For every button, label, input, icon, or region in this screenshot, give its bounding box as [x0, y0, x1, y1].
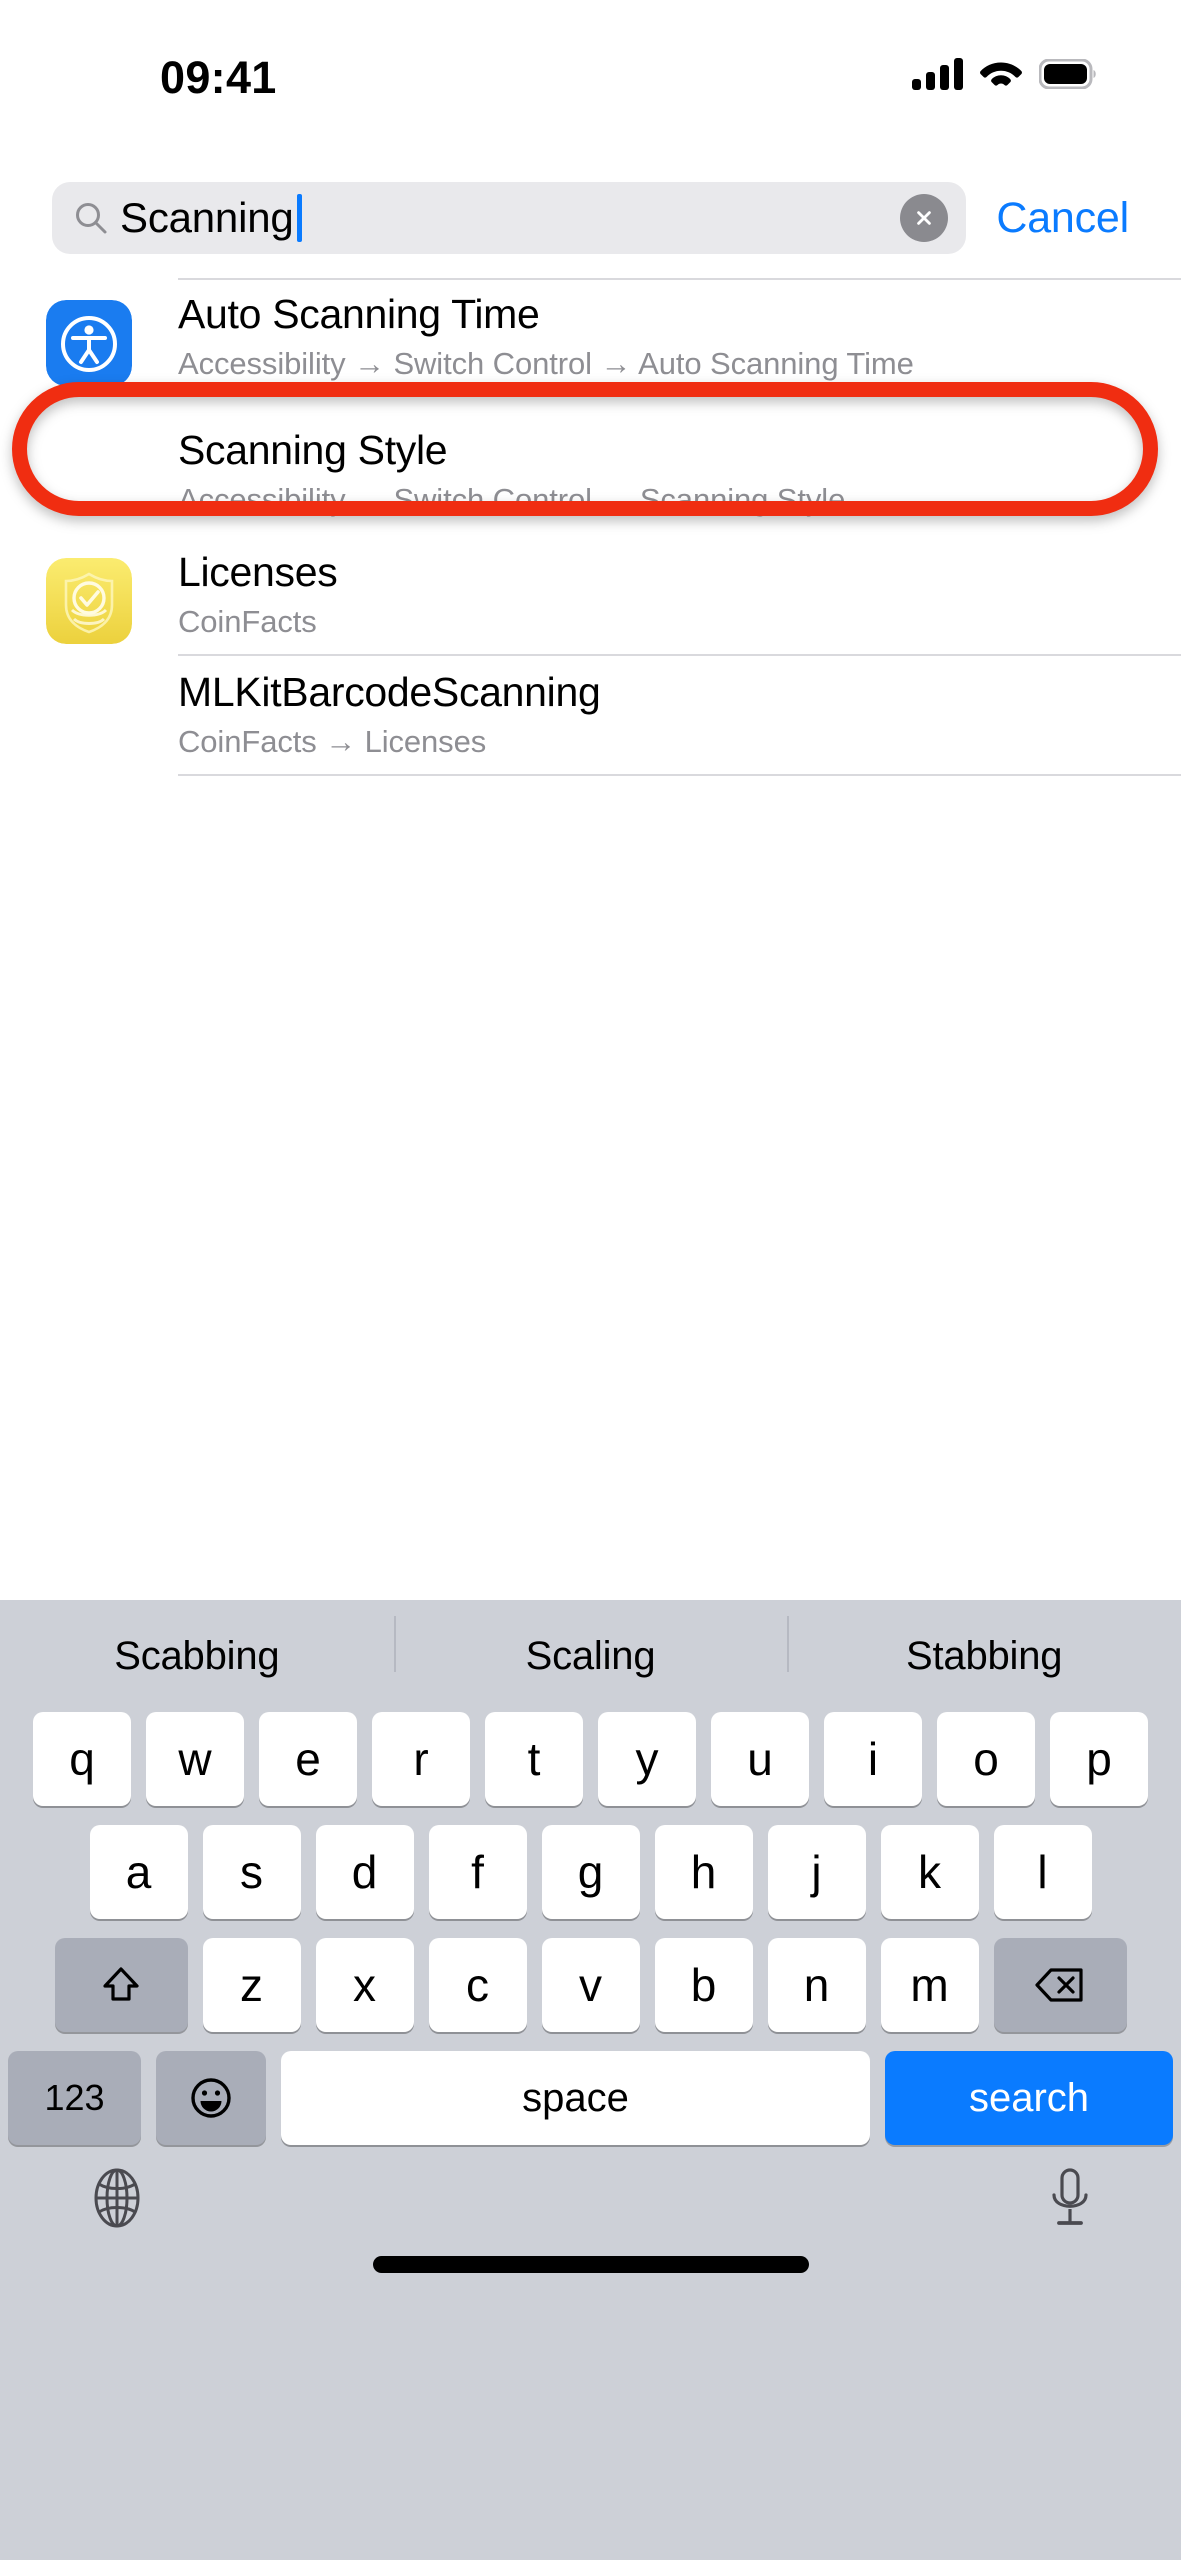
result-title: Licenses: [178, 549, 338, 596]
backspace-key[interactable]: [993, 1938, 1127, 2032]
search-bar: Scanning Cancel: [0, 173, 1181, 263]
result-body: Licenses CoinFacts: [178, 536, 1181, 657]
result-path: CoinFacts → Licenses: [178, 724, 487, 760]
home-indicator: [372, 2256, 809, 2273]
key-u[interactable]: u: [711, 1712, 809, 1806]
table-row[interactable]: Licenses CoinFacts: [0, 536, 1181, 657]
suggestion-1[interactable]: Scaling: [393, 1615, 788, 1679]
search-results-list: Auto Scanning Time Accessibility → Switc…: [0, 278, 1181, 777]
key-v[interactable]: v: [541, 1938, 640, 2032]
search-text-wrapper: Scanning: [120, 182, 900, 254]
suggestion-2[interactable]: Stabbing: [787, 1615, 1181, 1679]
keyboard-row-1: q w e r t y u i o p: [0, 1712, 1181, 1806]
onscreen-keyboard: Scabbing Scaling Stabbing q w e r t y u …: [0, 1600, 1181, 2560]
result-body: Scanning Style Accessibility → Switch Co…: [178, 398, 1181, 534]
accessibility-icon: [46, 300, 132, 386]
emoji-smiley-icon: [191, 2078, 231, 2118]
key-y[interactable]: y: [598, 1712, 696, 1806]
key-r[interactable]: r: [372, 1712, 470, 1806]
result-path: Accessibility → Switch Control → Auto Sc…: [178, 345, 914, 381]
result-icon-slot: [0, 536, 178, 645]
iphone-screen: 09:41 Scanning Cancel Auto Scanning Time…: [0, 0, 1181, 2560]
predictive-suggestion-bar: Scabbing Scaling Stabbing: [0, 1600, 1181, 1712]
suggestion-0[interactable]: Scabbing: [0, 1634, 394, 1679]
emoji-key[interactable]: [156, 2051, 266, 2145]
wifi-icon: [980, 62, 1022, 86]
key-b[interactable]: b: [654, 1938, 753, 2032]
key-h[interactable]: h: [654, 1825, 753, 1919]
result-path: CoinFacts: [178, 604, 317, 639]
key-g[interactable]: g: [541, 1825, 640, 1919]
shift-arrow-icon: [103, 1967, 139, 2001]
result-title: Auto Scanning Time: [178, 291, 540, 337]
keyboard-row-3: z x c v b n m: [0, 1938, 1181, 2032]
key-i[interactable]: i: [824, 1712, 922, 1806]
result-body: MLKitBarcodeScanning CoinFacts → License…: [178, 656, 1181, 777]
table-row[interactable]: Auto Scanning Time Accessibility → Switc…: [0, 278, 1181, 399]
row-separator: [178, 774, 1181, 777]
space-key[interactable]: space: [281, 2051, 870, 2145]
keyboard-bottom-bar: [0, 2145, 1181, 2295]
key-k[interactable]: k: [880, 1825, 979, 1919]
status-bar: 09:41: [0, 0, 1181, 160]
result-icon-slot: [0, 398, 178, 420]
key-a[interactable]: a: [89, 1825, 188, 1919]
key-p[interactable]: p: [1050, 1712, 1148, 1806]
key-j[interactable]: j: [767, 1825, 866, 1919]
key-f[interactable]: f: [428, 1825, 527, 1919]
key-o[interactable]: o: [937, 1712, 1035, 1806]
key-d[interactable]: d: [315, 1825, 414, 1919]
key-w[interactable]: w: [146, 1712, 244, 1806]
keyboard-row-4: 123 space search: [0, 2051, 1181, 2145]
clear-search-button[interactable]: [900, 194, 949, 242]
search-input-value: Scanning: [120, 194, 294, 241]
key-l[interactable]: l: [993, 1825, 1092, 1919]
clear-circle-icon: [917, 211, 932, 225]
cancel-button[interactable]: Cancel: [996, 194, 1129, 243]
status-bar-indicators: [912, 58, 1097, 90]
search-icon: [76, 203, 107, 234]
numbers-key[interactable]: 123: [8, 2051, 141, 2145]
shift-key[interactable]: [54, 1938, 188, 2032]
text-cursor: [296, 194, 302, 242]
search-input[interactable]: Scanning: [52, 182, 967, 254]
key-x[interactable]: x: [315, 1938, 414, 2032]
coinfacts-shield-icon: [46, 558, 132, 645]
key-s[interactable]: s: [202, 1825, 301, 1919]
keyboard-row-2: a s d f g h j k l: [0, 1825, 1181, 1919]
result-icon-slot: [0, 278, 178, 386]
result-body: Auto Scanning Time Accessibility → Switc…: [178, 278, 1181, 398]
result-icon-slot: [0, 656, 178, 678]
result-title: Scanning Style: [178, 427, 448, 474]
key-q[interactable]: q: [33, 1712, 131, 1806]
search-key[interactable]: search: [885, 2051, 1173, 2145]
backspace-icon: [1035, 1968, 1083, 2002]
microphone-icon[interactable]: [1045, 2167, 1095, 2229]
key-c[interactable]: c: [428, 1938, 527, 2032]
result-path: Accessibility → Switch Control → Scannin…: [178, 482, 846, 517]
key-z[interactable]: z: [202, 1938, 301, 2032]
result-title: MLKitBarcodeScanning: [178, 669, 601, 716]
table-row[interactable]: Scanning Style Accessibility → Switch Co…: [0, 398, 1181, 537]
table-row[interactable]: MLKitBarcodeScanning CoinFacts → License…: [0, 656, 1181, 777]
key-m[interactable]: m: [880, 1938, 979, 2032]
battery-icon: [1039, 59, 1096, 89]
key-n[interactable]: n: [767, 1938, 866, 2032]
cellular-signal-icon: [912, 58, 963, 90]
globe-icon[interactable]: [86, 2167, 148, 2229]
status-bar-time: 09:41: [160, 52, 277, 103]
key-t[interactable]: t: [485, 1712, 583, 1806]
key-e[interactable]: e: [259, 1712, 357, 1806]
